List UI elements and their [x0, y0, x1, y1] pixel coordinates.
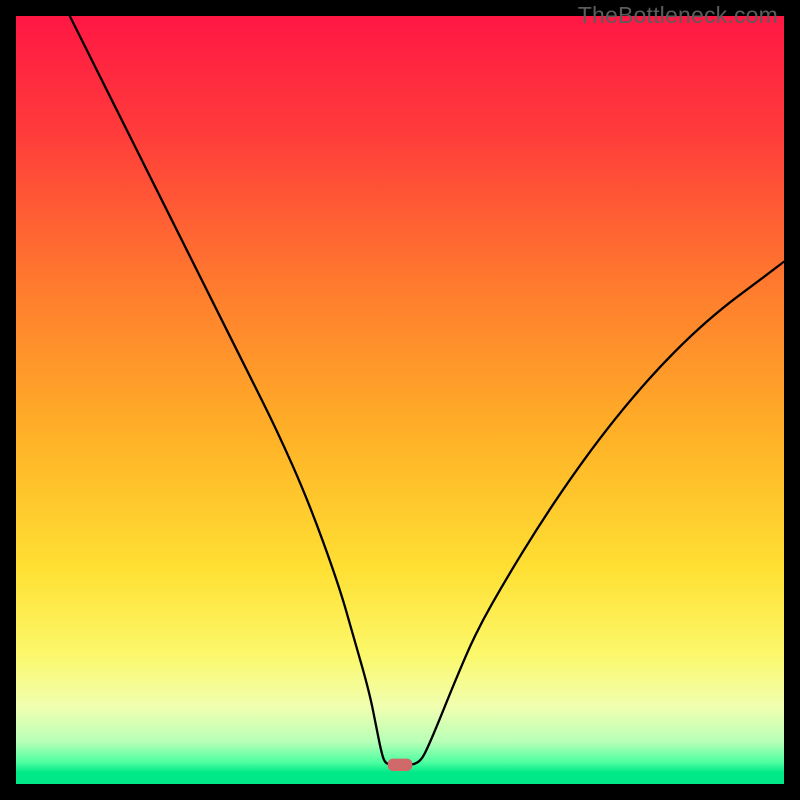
chart-frame [16, 16, 784, 784]
gradient-background [16, 16, 784, 784]
bottleneck-chart [16, 16, 784, 784]
min-marker [388, 759, 413, 771]
watermark-text: TheBottleneck.com [578, 2, 778, 29]
